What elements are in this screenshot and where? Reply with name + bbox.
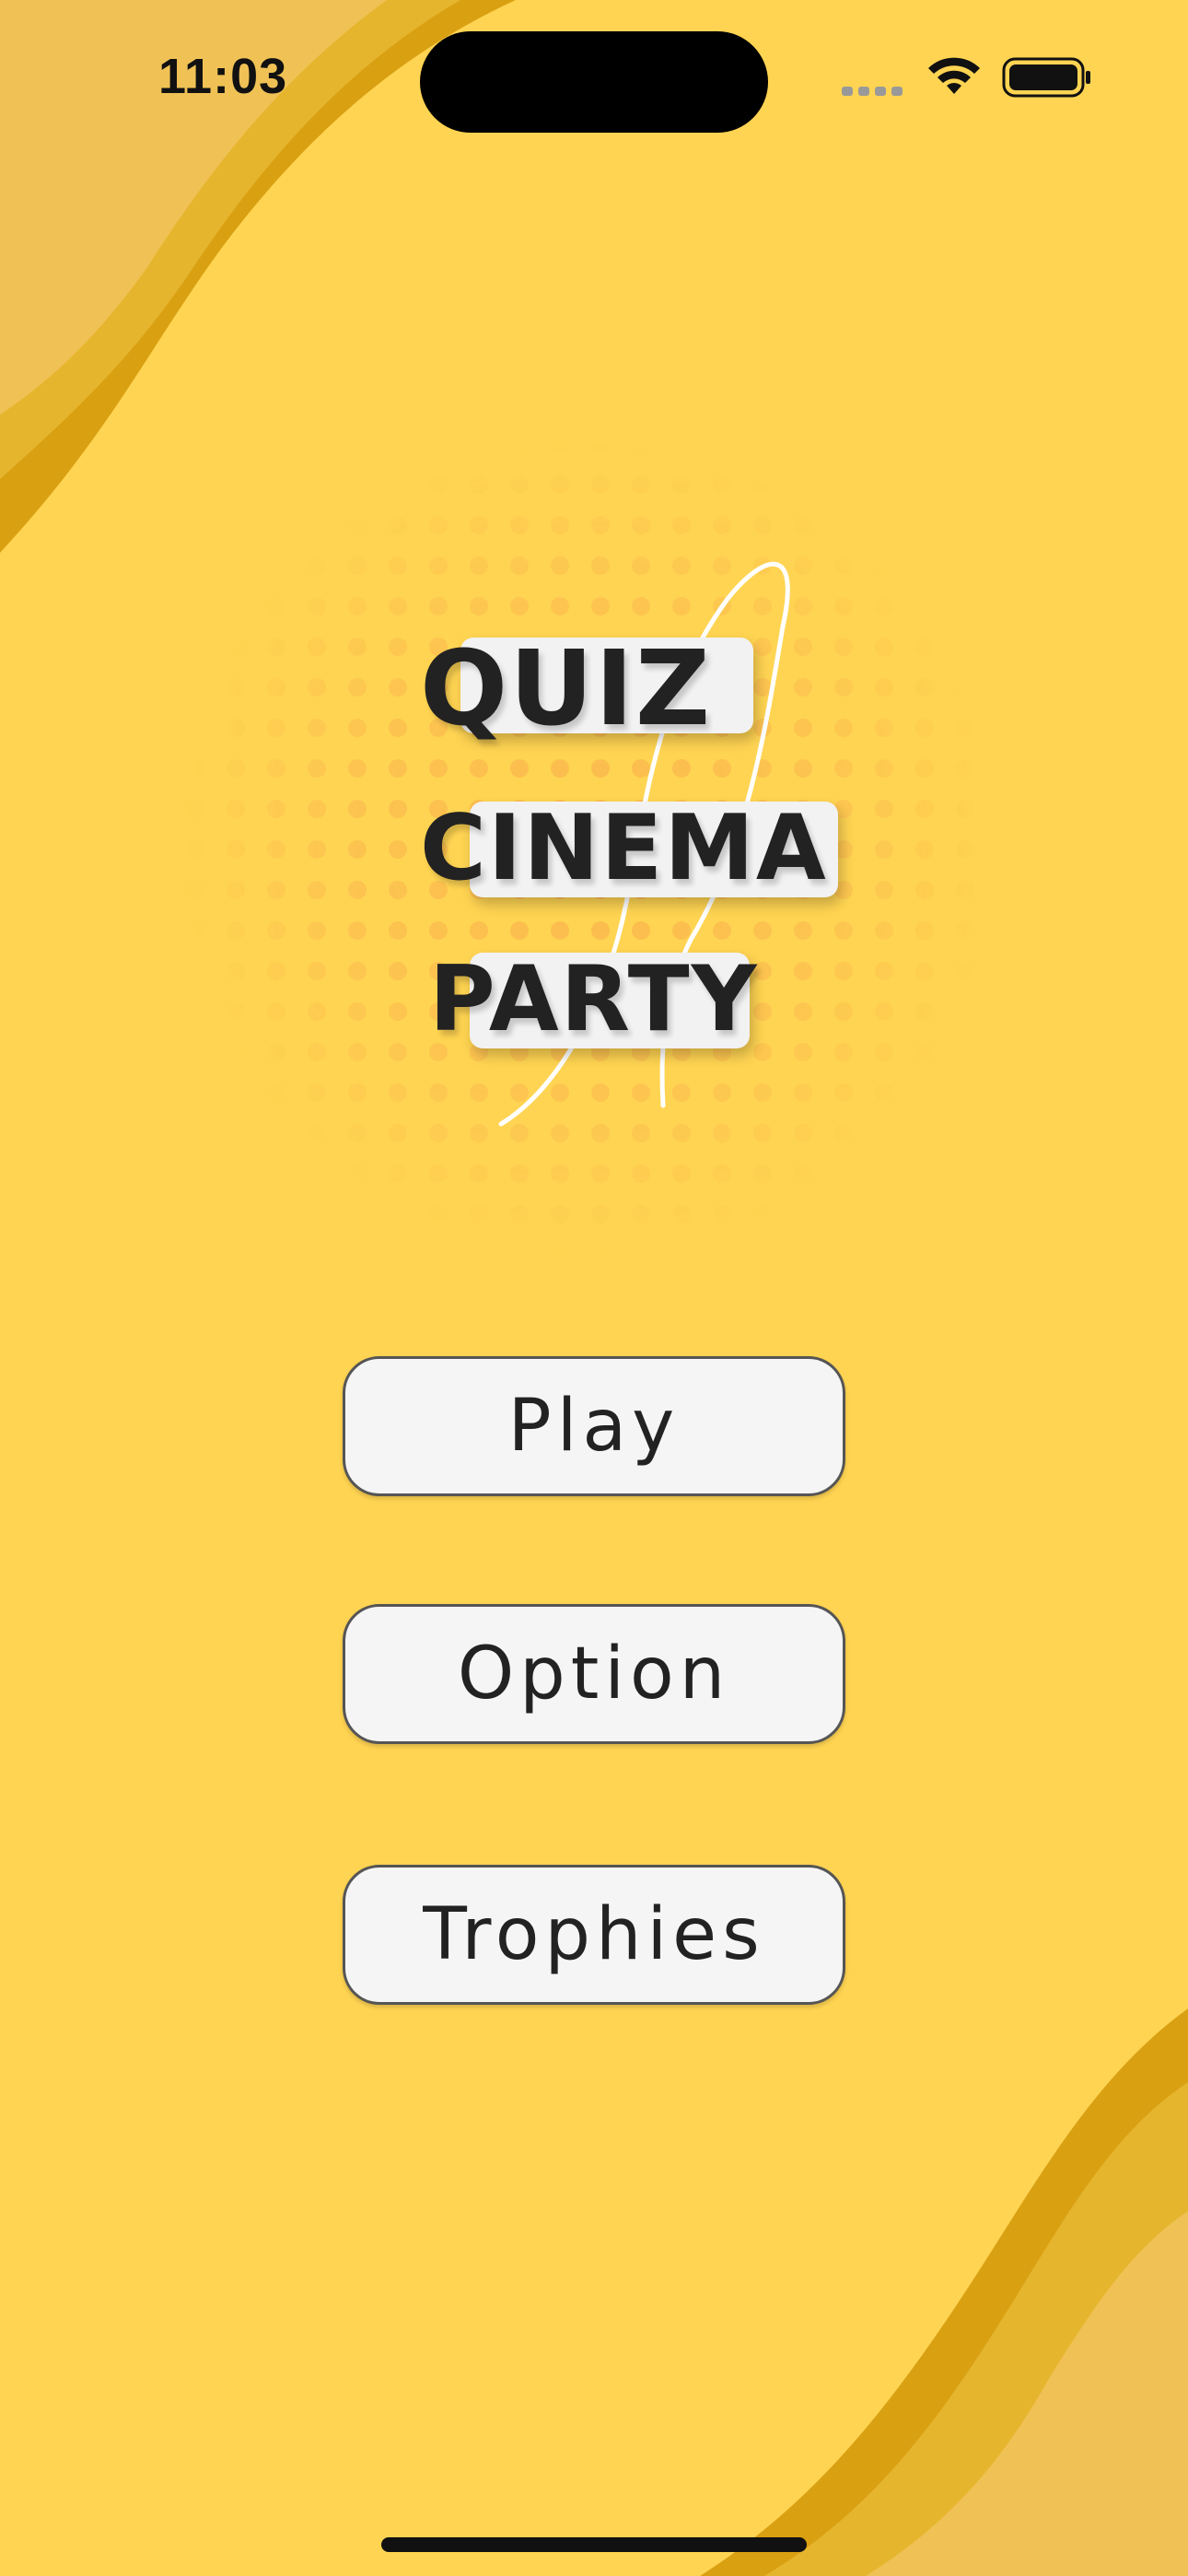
option-button[interactable]: Option bbox=[343, 1604, 845, 1744]
background-waves bbox=[0, 0, 1188, 2576]
trophies-button[interactable]: Trophies bbox=[343, 1865, 845, 2005]
cellular-signal-icon bbox=[842, 87, 903, 96]
status-icons bbox=[842, 57, 1090, 98]
app-logo: QUIZ CINEMA PARTY bbox=[175, 424, 1004, 1271]
wifi-icon bbox=[928, 57, 980, 94]
dynamic-island bbox=[420, 31, 768, 133]
logo-word-quiz: QUIZ bbox=[420, 629, 713, 749]
logo-word-party: PARTY bbox=[429, 947, 759, 1052]
battery-icon bbox=[1002, 57, 1090, 98]
status-time: 11:03 bbox=[158, 49, 288, 104]
home-indicator[interactable] bbox=[381, 2537, 807, 2552]
play-button[interactable]: Play bbox=[343, 1356, 845, 1496]
logo-word-cinema: CINEMA bbox=[420, 796, 828, 901]
